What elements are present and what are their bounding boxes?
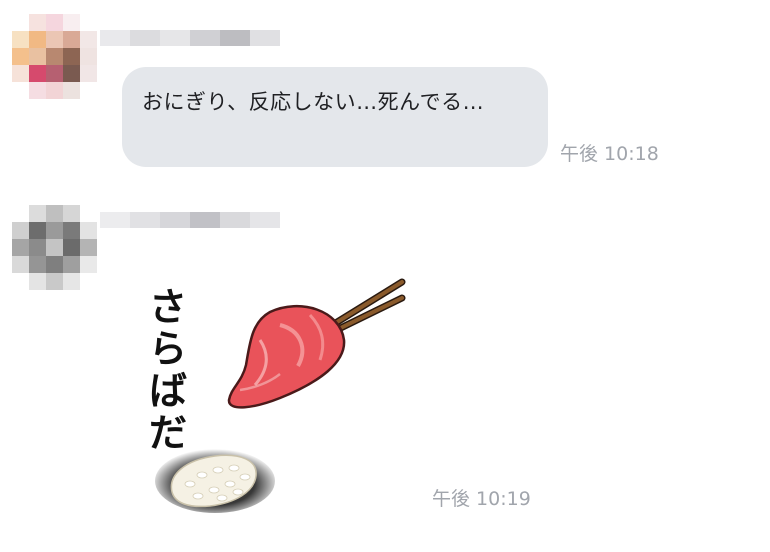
rice-icon [155, 449, 275, 513]
sticker[interactable]: さ ら ば だ [130, 270, 420, 525]
sender-name [100, 30, 280, 46]
svg-text:だ: だ [149, 411, 187, 455]
message-text: おにぎり、反応しない…死んでる… [142, 90, 485, 114]
message-bubble[interactable]: おにぎり、反応しない…死んでる… [122, 67, 548, 167]
avatar[interactable] [12, 205, 97, 290]
svg-text:ば: ば [149, 369, 187, 413]
svg-text:ら: ら [149, 327, 187, 371]
avatar[interactable] [12, 14, 97, 99]
sticker-text: さ ら ば だ [149, 285, 187, 455]
message-time: 午後 10:19 [432, 488, 531, 510]
tuna-icon [227, 304, 346, 409]
message-time: 午後 10:18 [560, 143, 659, 165]
sender-name [100, 212, 280, 228]
svg-text:さ: さ [149, 285, 187, 329]
